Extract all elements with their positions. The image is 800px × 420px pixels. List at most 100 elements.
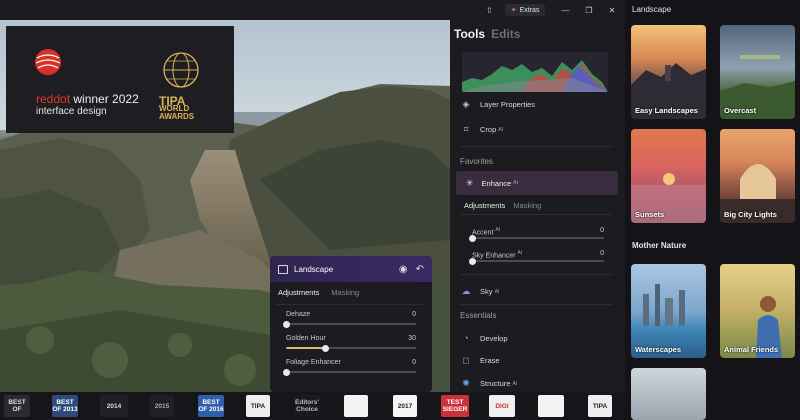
section-favorites: Favorites xyxy=(460,157,493,166)
eraser-icon: ◻ xyxy=(462,355,470,365)
award-badge: 2014 xyxy=(100,395,128,417)
slider-label: Foliage Enhancer xyxy=(286,359,341,366)
slider-dehaze[interactable]: Dehaze 0 xyxy=(270,305,432,329)
award-badge: 2015 xyxy=(150,395,174,417)
ai-badge: AI xyxy=(498,126,504,133)
awards-bar: BEST OF BEST OF 2013 2014 2015 BEST OF 2… xyxy=(0,392,625,420)
maximize-icon[interactable]: ❐ xyxy=(585,6,592,15)
floating-panel-header[interactable]: Landscape ◉ ↶ xyxy=(270,256,432,282)
extras-button[interactable]: ✦ Extras xyxy=(504,4,546,16)
tool-structure[interactable]: ✺ Structure AI xyxy=(460,378,517,389)
preset-overcast[interactable]: Overcast xyxy=(720,25,795,119)
preset-label: Animal Friends xyxy=(724,345,779,354)
slider-value: 0 xyxy=(600,250,604,257)
award-badge: BEST OF 2016 xyxy=(198,395,224,417)
tool-label: Develop xyxy=(480,333,508,343)
tab-adjustments[interactable]: Adjustments xyxy=(278,288,319,302)
preset-sunsets[interactable]: Sunsets xyxy=(631,129,706,223)
preset-label: Easy Landscapes xyxy=(635,106,698,115)
undo-icon[interactable]: ↶ xyxy=(416,264,424,275)
divider xyxy=(460,214,613,215)
award-badge xyxy=(538,395,564,417)
reddot-award-subtitle: interface design xyxy=(36,106,107,117)
cloud-icon: ☁ xyxy=(461,286,471,296)
histogram xyxy=(462,52,608,92)
preset-thumbnail xyxy=(631,63,706,119)
tool-label: Layer Properties xyxy=(480,100,536,109)
slider-track[interactable] xyxy=(283,368,416,376)
share-icon[interactable]: ⇧ xyxy=(486,6,493,15)
slider-golden-hour[interactable]: Golden Hour 30 xyxy=(270,329,432,353)
slider-sky-enhancer[interactable]: Sky Enhancer AI 0 xyxy=(469,250,604,265)
preset-animal-friends[interactable]: Animal Friends xyxy=(720,264,795,358)
tipa-award-text: TIPA WORLD AWARDS xyxy=(159,94,195,121)
tab-adjustments[interactable]: Adjustments xyxy=(464,201,505,210)
reddot-logo-icon xyxy=(35,49,61,75)
slider-value: 0 xyxy=(600,227,604,234)
preset-big-city-lights[interactable]: Big City Lights xyxy=(720,129,795,223)
tool-develop[interactable]: ◔ Develop xyxy=(460,333,508,343)
tab-masking[interactable]: Masking xyxy=(513,201,541,210)
tool-crop[interactable]: ⌗ Crop AI xyxy=(460,124,503,135)
award-badge: TEST SIEGER xyxy=(441,395,469,417)
slider-label: Sky Enhancer xyxy=(472,252,516,260)
tool-label: Crop xyxy=(480,125,497,134)
slider-knob[interactable] xyxy=(469,257,476,265)
slider-track[interactable] xyxy=(469,257,604,265)
preset-thumbnail xyxy=(720,55,795,119)
structure-icon: ✺ xyxy=(462,378,470,388)
award-badge: DIGI xyxy=(489,395,515,417)
award-badge: 2017 xyxy=(393,395,417,417)
tool-layer-properties[interactable]: ◈ Layer Properties xyxy=(460,99,536,110)
preset-waterscapes[interactable]: Waterscapes xyxy=(631,264,706,358)
award-badge: BEST OF 2013 xyxy=(52,395,78,417)
ai-badge: AI xyxy=(513,180,518,186)
tab-masking[interactable]: Masking xyxy=(331,288,359,302)
preset-thumbnail xyxy=(720,164,795,223)
tool-label: Sky xyxy=(480,287,493,296)
divider xyxy=(460,146,613,147)
slider-track[interactable] xyxy=(286,344,416,352)
slider-knob[interactable] xyxy=(283,368,290,376)
preset-easy-landscapes[interactable]: Easy Landscapes xyxy=(631,25,706,119)
tab-tools[interactable]: Tools xyxy=(454,27,485,41)
window-controls: ⇧ ✦ Extras — ❐ ✕ xyxy=(450,0,625,20)
ai-badge: AI xyxy=(494,288,500,295)
tool-sky[interactable]: ☁ Sky AI xyxy=(460,286,500,297)
layers-icon: ◈ xyxy=(462,99,470,109)
preset-thumbnail xyxy=(643,284,685,326)
reddot-award-text: reddot winner 2022 xyxy=(36,92,139,106)
slider-value: 0 xyxy=(412,359,416,366)
tool-enhance[interactable]: ✳ Enhance AI xyxy=(456,171,618,195)
eye-icon[interactable]: ◉ xyxy=(399,264,408,275)
ai-badge: AI xyxy=(517,250,523,256)
slider-label: Accent xyxy=(472,229,494,237)
slider-track[interactable] xyxy=(283,320,416,328)
slider-label: Dehaze xyxy=(286,311,311,318)
slider-knob[interactable] xyxy=(322,344,329,352)
preset-card-partial[interactable] xyxy=(631,368,706,420)
award-badge: TIPA xyxy=(588,395,612,417)
landscape-floating-panel[interactable]: Landscape ◉ ↶ Adjustments Masking Dehaze… xyxy=(270,256,432,392)
minimize-icon[interactable]: — xyxy=(561,6,569,15)
slider-accent[interactable]: Accent AI 0 xyxy=(469,227,604,242)
preset-label: Big City Lights xyxy=(724,210,777,219)
award-badge: TIPA xyxy=(246,395,270,417)
preset-thumbnail xyxy=(756,296,782,358)
tool-erase[interactable]: ◻ Erase xyxy=(460,355,499,366)
tool-label: Structure xyxy=(480,379,511,388)
extras-label: Extras xyxy=(519,7,540,14)
slider-knob[interactable] xyxy=(283,320,290,328)
tab-edits[interactable]: Edits xyxy=(491,27,520,41)
close-icon[interactable]: ✕ xyxy=(609,6,616,15)
divider xyxy=(460,274,613,275)
title-bar-left xyxy=(0,0,450,20)
section-essentials: Essentials xyxy=(460,311,497,320)
award-badge xyxy=(344,395,368,417)
slider-label: Golden Hour xyxy=(286,335,326,342)
slider-knob[interactable] xyxy=(469,234,476,242)
floating-panel-title: Landscape xyxy=(294,264,334,274)
slider-track[interactable] xyxy=(469,234,604,242)
slider-foliage-enhancer[interactable]: Foliage Enhancer 0 xyxy=(270,353,432,377)
presets-panel: Landscape Easy Landscapes Overcast Sunse… xyxy=(625,0,800,420)
